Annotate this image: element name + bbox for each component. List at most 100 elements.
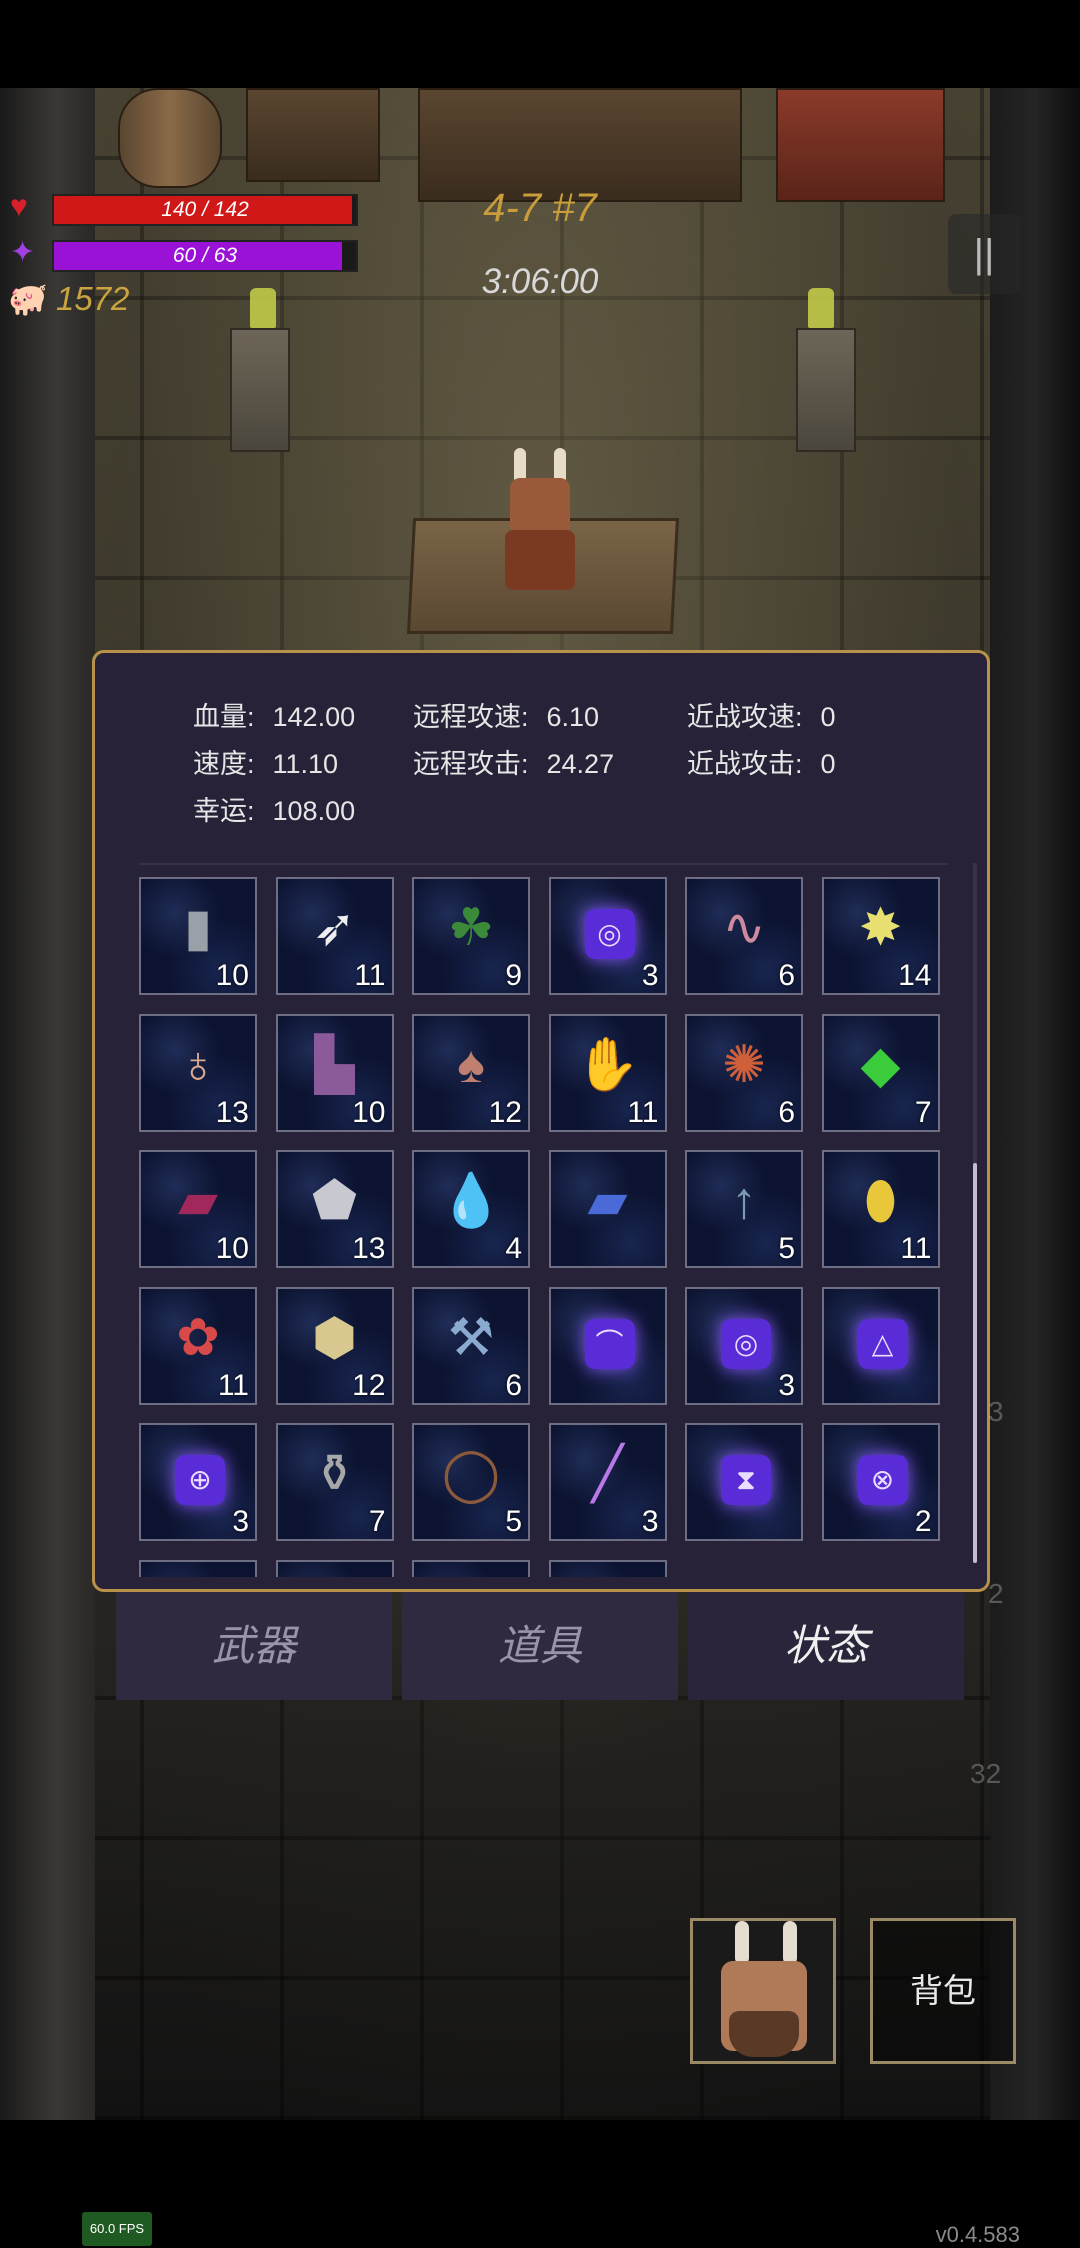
stat-label: 血量:	[193, 702, 255, 732]
item-slot[interactable]: ⌒	[548, 1286, 667, 1405]
item-count: 6	[778, 1095, 795, 1129]
star-crystal-icon: ✸	[858, 899, 903, 957]
stat-label: 近战攻速:	[687, 702, 803, 732]
item-count: 10	[352, 1095, 386, 1129]
portrait-ear	[735, 1921, 749, 1965]
item-slot[interactable]	[548, 1559, 667, 1577]
item-slot[interactable]: ☘ 9	[412, 877, 530, 995]
stat-value: 11.10	[272, 749, 339, 779]
blue-spellbook-icon: ▰	[587, 1172, 628, 1230]
item-slot[interactable]: ⧗	[685, 1423, 803, 1541]
item-slot[interactable]: ♠ 12	[412, 1013, 530, 1132]
item-count: 10	[215, 959, 249, 992]
item-slot[interactable]: ◆ 7	[821, 1013, 940, 1132]
item-slot[interactable]: ✺ 6	[685, 1013, 803, 1132]
item-slot[interactable]: ⚒ 6	[412, 1286, 530, 1405]
red-flower-icon: ✿	[176, 1308, 220, 1367]
item-slot[interactable]: ◎ 3	[548, 877, 667, 995]
item-count: 4	[505, 1232, 522, 1265]
item-slot[interactable]: 💧 4	[412, 1150, 530, 1268]
item-slot[interactable]: ⬟ 13	[275, 1150, 394, 1268]
item-count: 13	[352, 1232, 386, 1265]
stat-value: 108.00	[272, 796, 356, 826]
item-slot[interactable]: △	[821, 1286, 940, 1405]
item-count: 7	[914, 1095, 932, 1129]
tombstone-icon: ▮	[183, 899, 213, 957]
item-count: 6	[505, 1368, 522, 1402]
grid-divider	[139, 863, 947, 865]
gloves-icon: ✋	[575, 1035, 640, 1094]
mushroom-icon: ♠	[457, 1035, 485, 1094]
item-slot[interactable]	[139, 1559, 257, 1577]
item-slot[interactable]: ▰ 10	[139, 1150, 257, 1268]
purple-wand-icon: ╱	[591, 1445, 624, 1503]
triangle-rune-icon: △	[857, 1318, 908, 1369]
stat-speed: 速度: 11.10	[193, 742, 338, 781]
item-slot[interactable]: ✿ 11	[139, 1286, 257, 1405]
item-slot[interactable]: ⊕ 3	[139, 1423, 257, 1541]
item-slot[interactable]: ▙ 10	[275, 1013, 394, 1132]
scrollbar-thumb[interactable]	[973, 1163, 977, 1563]
tab-status[interactable]: 状态	[688, 1592, 964, 1700]
stat-value: 6.10	[546, 702, 600, 732]
item-slot[interactable]: ✋ 11	[548, 1013, 667, 1132]
item-slot[interactable]: ⬮ 11	[821, 1150, 940, 1268]
item-slot[interactable]: ♁ 13	[139, 1013, 257, 1132]
ore-chunks-icon: ⬢	[311, 1308, 358, 1367]
level-indicator: 4-7 #7	[483, 186, 597, 230]
item-count: 11	[217, 1368, 249, 1402]
stat-label: 远程攻击:	[413, 749, 529, 779]
right-wall	[990, 88, 1080, 2120]
bookshelf-left	[246, 88, 380, 182]
cross-rune-icon: ⊕	[175, 1455, 225, 1505]
thorn-ring-icon: ◯	[441, 1445, 501, 1503]
pause-button[interactable]: ||	[948, 214, 1020, 294]
item-count: 10	[215, 1232, 249, 1265]
bookshelf-center	[418, 88, 742, 202]
stat-value: 0	[820, 749, 836, 779]
item-grid: ▮ 10 ➶ 11 ☘ 9 ◎ 3 ∿ 6 ✸ 14 ♁ 13 ▙ 10 ♠ 12 ✋ 11 ✺ 6 ◆ 7 ▰ 10 ⬟ 13 💧 4 ▰…	[139, 877, 947, 1577]
item-slot[interactable]	[275, 1559, 394, 1577]
item-count: 11	[354, 959, 386, 992]
stat-melee-attack-speed: 近战攻速: 0	[687, 695, 836, 734]
potion-bottle-icon: ⚱	[312, 1445, 357, 1503]
stat-label: 幸运:	[193, 796, 255, 826]
version-label: v0.4.583	[935, 2222, 1020, 2247]
side-number: 3	[988, 1396, 1004, 1427]
stat-label: 速度:	[193, 749, 255, 779]
status-panel: 血量: 142.00 远程攻速: 6.10 近战攻速: 0 速度: 11.10 远程攻击…	[92, 650, 990, 1592]
red-book-icon: ▰	[178, 1172, 218, 1230]
item-slot[interactable]: ╱ 3	[548, 1423, 667, 1541]
backpack-button[interactable]: 背包	[870, 1918, 1016, 2064]
stat-ranged-attack: 远程攻击: 24.27	[413, 742, 614, 781]
swirl-rune-icon: ◎	[721, 1318, 771, 1369]
item-count: 2	[914, 1505, 932, 1538]
item-slot[interactable]: ↑ 5	[685, 1150, 803, 1268]
player-character	[490, 448, 590, 598]
barrel	[118, 88, 222, 188]
tab-weapons[interactable]: 武器	[116, 1592, 392, 1700]
side-number: 2	[988, 1578, 1004, 1609]
item-slot[interactable]: ✸ 14	[821, 877, 940, 995]
item-slot[interactable]: ⬢ 12	[275, 1286, 394, 1405]
pause-icon: ||	[973, 232, 995, 276]
item-slot[interactable]: ◎ 3	[685, 1286, 803, 1405]
item-slot[interactable]: ∿ 6	[685, 877, 803, 995]
item-slot[interactable]: ➶ 11	[275, 877, 394, 995]
stat-label: 近战攻击:	[687, 749, 803, 779]
item-count: 14	[898, 959, 932, 992]
item-slot[interactable]: ▮ 10	[139, 877, 257, 995]
item-slot[interactable]: ⊗ 2	[821, 1423, 940, 1541]
character-portrait-button[interactable]	[690, 1918, 836, 2064]
item-count: 11	[627, 1095, 659, 1129]
item-slot[interactable]	[412, 1559, 530, 1577]
item-slot[interactable]: ▰	[548, 1150, 667, 1268]
item-slot[interactable]: ⚱ 7	[275, 1423, 394, 1541]
sack-icon: ♁	[178, 1035, 218, 1094]
item-slot[interactable]: ◯ 5	[412, 1423, 530, 1541]
stat-ranged-attack-speed: 远程攻速: 6.10	[413, 695, 599, 734]
worm-icon: ∿	[722, 899, 766, 957]
tab-items[interactable]: 道具	[402, 1592, 678, 1700]
stone-pillar-right	[796, 328, 856, 452]
item-count: 11	[900, 1232, 932, 1265]
